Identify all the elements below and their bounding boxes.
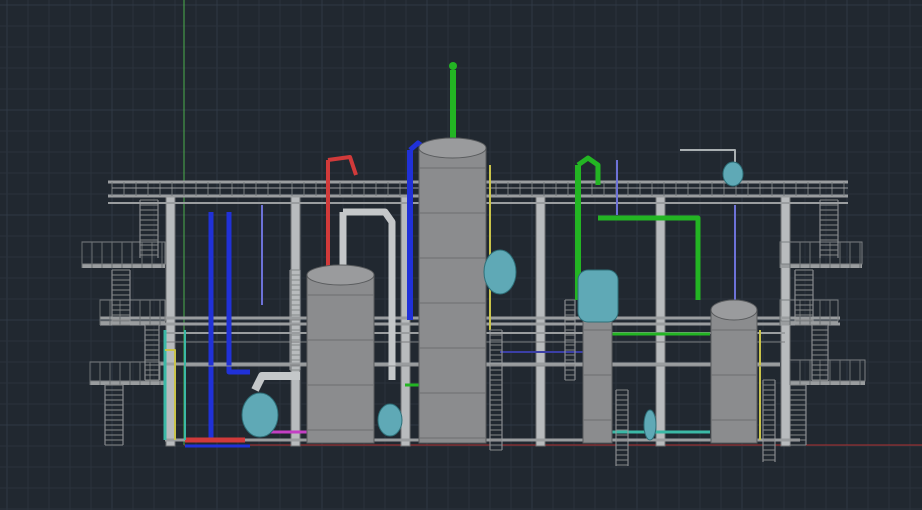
- cad-model-viewport[interactable]: [0, 0, 922, 510]
- teal-tank: [241, 392, 279, 438]
- platform-floor: [780, 321, 838, 325]
- steel-column: [290, 195, 301, 447]
- left-column-vessel-head: [306, 264, 375, 286]
- left-column-vessel: [306, 274, 375, 444]
- tall-column-vessel-head: [418, 137, 487, 159]
- plant-elevation-drawing[interactable]: [0, 0, 922, 510]
- tall-column-vessel: [418, 147, 487, 444]
- teal-tank: [577, 269, 619, 323]
- steel-column: [535, 195, 546, 447]
- platform-floor: [82, 264, 165, 268]
- vessels: [241, 62, 758, 444]
- platform-floor: [790, 381, 865, 385]
- right-column-vessel-head: [710, 299, 758, 321]
- teal-tank: [377, 403, 403, 437]
- platform-floor: [90, 381, 165, 385]
- steel-column: [165, 195, 176, 447]
- vent-cap: [449, 62, 457, 70]
- pipe-red: [327, 155, 358, 176]
- teal-tank: [483, 249, 517, 295]
- teal-tank: [722, 161, 744, 187]
- steel-column: [655, 195, 666, 447]
- teal-tank: [643, 409, 657, 441]
